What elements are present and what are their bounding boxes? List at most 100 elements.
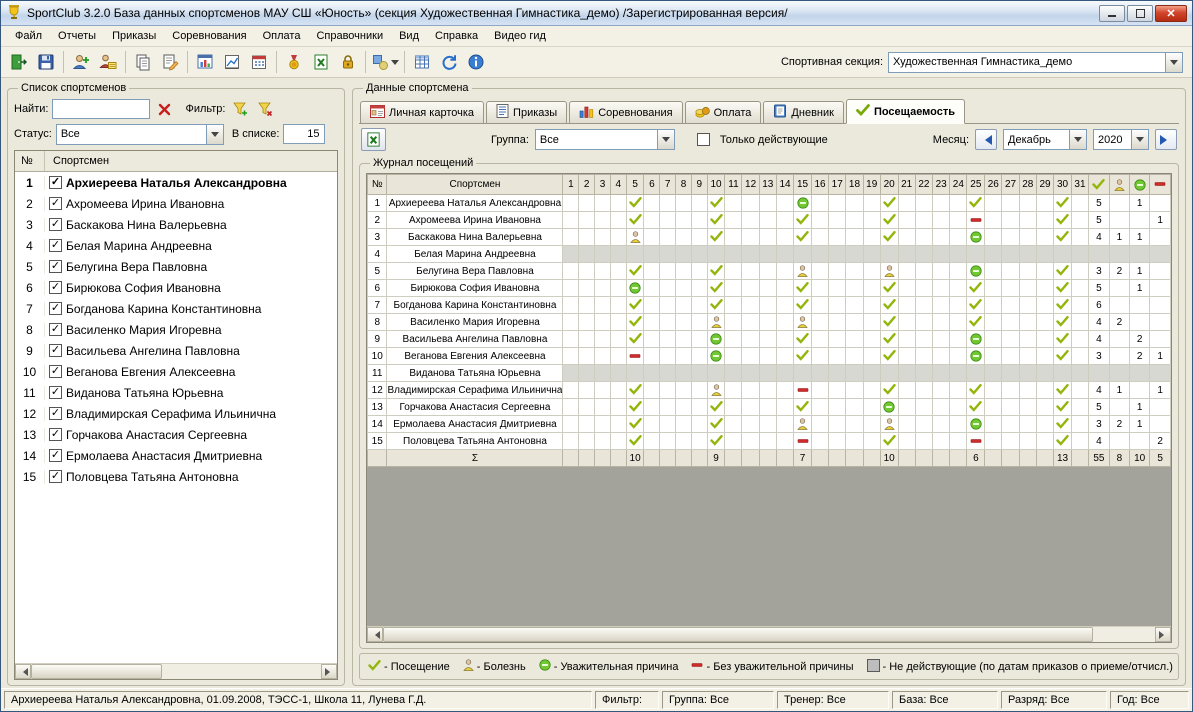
export-excel-button[interactable]: [361, 128, 386, 151]
journal-cell[interactable]: [1071, 297, 1088, 314]
journal-cell[interactable]: [626, 382, 644, 399]
journal-cell[interactable]: [1054, 399, 1072, 416]
journal-cell[interactable]: [1071, 212, 1088, 229]
journal-cell[interactable]: [863, 246, 880, 263]
journal-cell[interactable]: [811, 195, 828, 212]
month-combobox[interactable]: Декабрь: [1003, 129, 1087, 150]
journal-cell[interactable]: [595, 195, 611, 212]
journal-cell[interactable]: [794, 365, 812, 382]
journal-cell[interactable]: [915, 195, 932, 212]
scroll-thumb[interactable]: [31, 664, 162, 679]
journal-cell[interactable]: [967, 365, 985, 382]
journal-cell[interactable]: [811, 212, 828, 229]
journal-cell[interactable]: [794, 280, 812, 297]
journal-cell[interactable]: [707, 365, 725, 382]
clear-find-button[interactable]: [154, 99, 175, 120]
journal-cell[interactable]: [880, 229, 898, 246]
athlete-checkbox[interactable]: ✓: [49, 260, 62, 273]
journal-cell[interactable]: [691, 348, 707, 365]
only-active-checkbox[interactable]: [697, 133, 710, 146]
journal-day-header[interactable]: 8: [676, 175, 692, 195]
journal-cell[interactable]: [691, 331, 707, 348]
journal-cell[interactable]: [898, 280, 915, 297]
journal-cell[interactable]: [725, 280, 742, 297]
journal-cell[interactable]: [563, 331, 579, 348]
journal-day-header[interactable]: 28: [1019, 175, 1036, 195]
journal-cell[interactable]: [776, 280, 793, 297]
journal-cell[interactable]: [691, 280, 707, 297]
journal-cell[interactable]: [811, 331, 828, 348]
athlete-row[interactable]: 13✓Горчакова Анастасия Сергеевна: [15, 424, 337, 445]
journal-cell[interactable]: [863, 280, 880, 297]
journal-cell[interactable]: [759, 297, 776, 314]
toolbar-medal-button[interactable]: [281, 49, 307, 75]
journal-cell[interactable]: [985, 229, 1002, 246]
journal-cell[interactable]: [794, 314, 812, 331]
journal-cell[interactable]: [759, 195, 776, 212]
journal-row[interactable]: 1Архиереева Наталья Александровна51: [368, 195, 1171, 212]
journal-cell[interactable]: [1002, 314, 1019, 331]
journal-cell[interactable]: [829, 229, 846, 246]
journal-cell[interactable]: [863, 212, 880, 229]
journal-cell[interactable]: [725, 433, 742, 450]
journal-cell[interactable]: [579, 314, 595, 331]
journal-cell[interactable]: [644, 212, 660, 229]
journal-cell[interactable]: [811, 399, 828, 416]
journal-cell[interactable]: [610, 331, 626, 348]
menu-item-orders[interactable]: Приказы: [104, 27, 164, 45]
journal-cell[interactable]: [846, 195, 863, 212]
journal-cell[interactable]: [950, 365, 967, 382]
journal-cell[interactable]: [1054, 280, 1072, 297]
journal-cell[interactable]: [626, 433, 644, 450]
journal-day-header[interactable]: 4: [610, 175, 626, 195]
journal-cell[interactable]: [610, 246, 626, 263]
journal-day-header[interactable]: 1: [563, 175, 579, 195]
journal-cell[interactable]: [915, 433, 932, 450]
menu-item-file[interactable]: Файл: [7, 27, 50, 45]
journal-cell[interactable]: [950, 263, 967, 280]
journal-cell[interactable]: [776, 246, 793, 263]
journal-cell[interactable]: [1019, 416, 1036, 433]
journal-cell[interactable]: [742, 246, 759, 263]
col-header-num[interactable]: №: [15, 151, 45, 171]
journal-day-header[interactable]: 3: [595, 175, 611, 195]
journal-cell[interactable]: [563, 246, 579, 263]
journal-cell[interactable]: [725, 382, 742, 399]
journal-cell[interactable]: [595, 212, 611, 229]
journal-cell[interactable]: [985, 348, 1002, 365]
journal-cell[interactable]: [759, 229, 776, 246]
journal-cell[interactable]: [563, 263, 579, 280]
journal-cell[interactable]: [759, 365, 776, 382]
tab-competitions[interactable]: Соревнования: [569, 101, 682, 123]
journal-row[interactable]: 2Ахромеева Ирина Ивановна51: [368, 212, 1171, 229]
journal-cell[interactable]: [880, 297, 898, 314]
toolbar-report-calendar-button[interactable]: [246, 49, 272, 75]
journal-cell[interactable]: [950, 297, 967, 314]
athlete-row[interactable]: 1✓Архиереева Наталья Александровна: [15, 172, 337, 193]
journal-cell[interactable]: [846, 348, 863, 365]
journal-cell[interactable]: [563, 314, 579, 331]
athlete-row[interactable]: 2✓Ахромеева Ирина Ивановна: [15, 193, 337, 214]
journal-cell[interactable]: [898, 365, 915, 382]
journal-cell[interactable]: [880, 331, 898, 348]
journal-cell[interactable]: [1054, 314, 1072, 331]
journal-cell[interactable]: [950, 382, 967, 399]
journal-cell[interactable]: [794, 331, 812, 348]
journal-cell[interactable]: [829, 331, 846, 348]
journal-cell[interactable]: [660, 229, 676, 246]
journal-cell[interactable]: [950, 433, 967, 450]
journal-cell[interactable]: [1036, 297, 1053, 314]
journal-cell[interactable]: [829, 433, 846, 450]
scroll-left-icon[interactable]: [15, 664, 31, 679]
journal-cell[interactable]: [725, 365, 742, 382]
toolbar-lock-button[interactable]: [335, 49, 361, 75]
journal-cell[interactable]: [579, 246, 595, 263]
journal-cell[interactable]: [742, 314, 759, 331]
journal-day-header[interactable]: 27: [1002, 175, 1019, 195]
journal-cell[interactable]: [644, 433, 660, 450]
journal-cell[interactable]: [915, 314, 932, 331]
toolbar-excel-button[interactable]: [308, 49, 334, 75]
journal-cell[interactable]: [1036, 195, 1053, 212]
journal-cell[interactable]: [1036, 212, 1053, 229]
journal-cell[interactable]: [1019, 331, 1036, 348]
